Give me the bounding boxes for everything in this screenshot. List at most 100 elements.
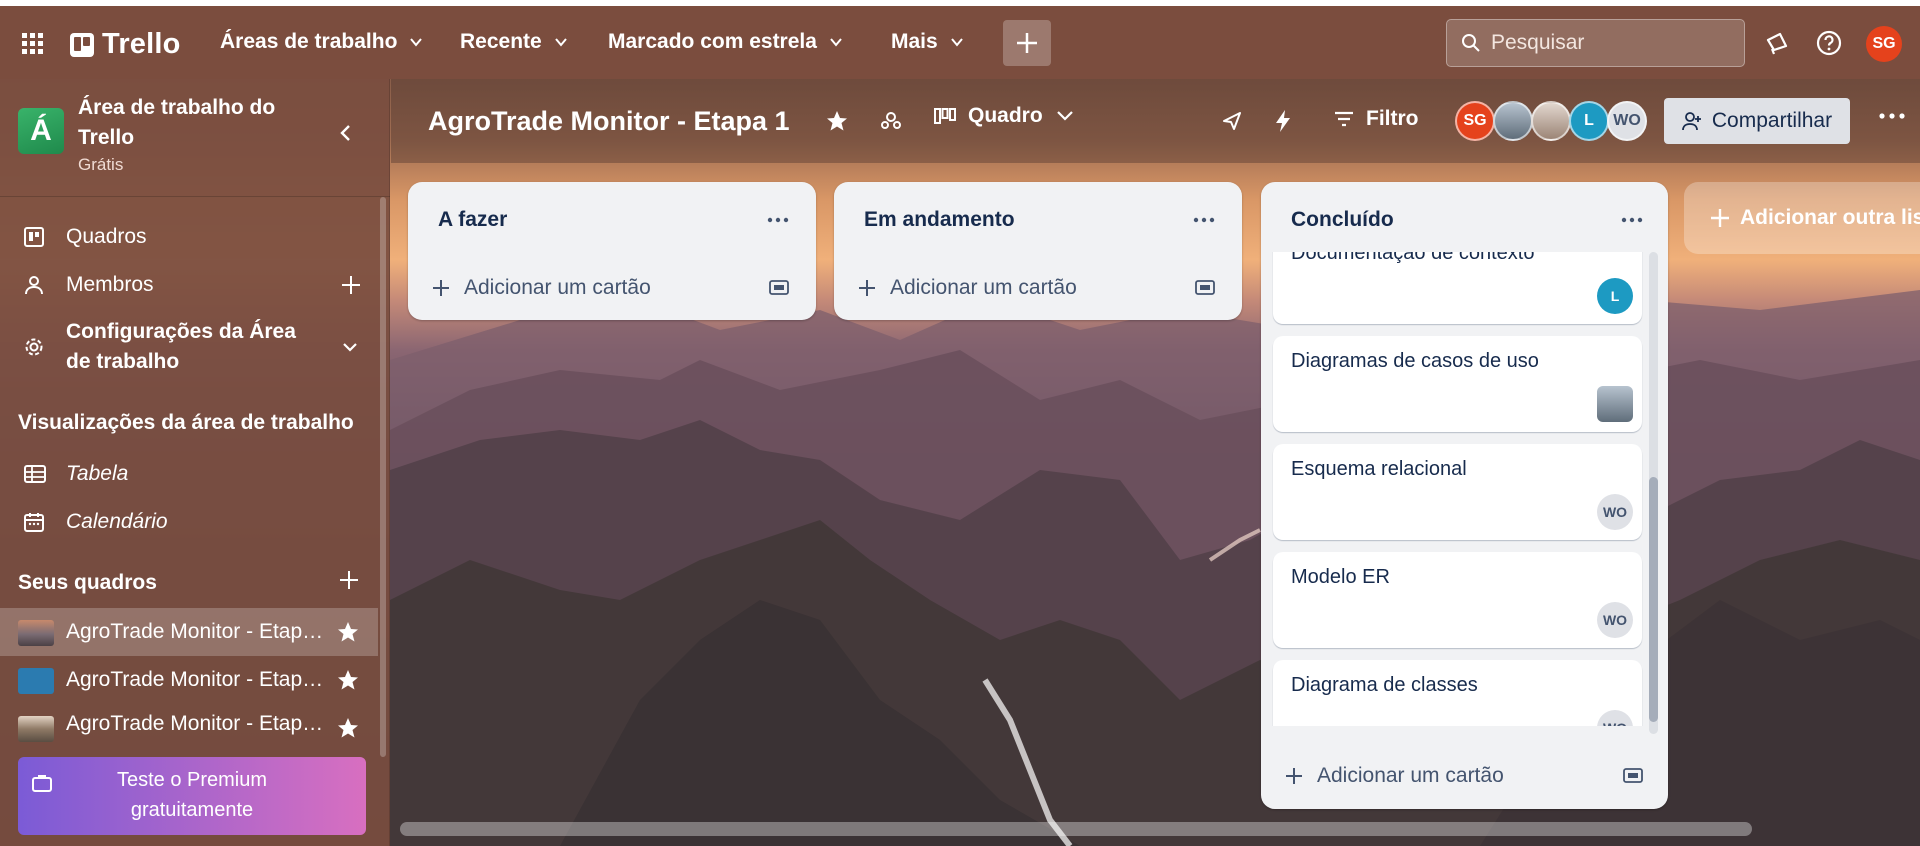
card-title: Esquema relacional [1291, 458, 1467, 480]
add-card-label: Adicionar um cartão [464, 276, 651, 299]
rocket-icon[interactable] [1220, 109, 1244, 138]
view-label: Quadro [968, 104, 1043, 127]
chevron-down-icon[interactable] [340, 337, 360, 363]
plus-icon [433, 280, 449, 296]
list-in-progress: Em andamento Adicionar um cartão [834, 182, 1242, 320]
add-card-button[interactable]: Adicionar um cartão [858, 276, 1077, 300]
chevron-down-icon [830, 38, 842, 47]
search-input[interactable]: Pesquisar [1446, 19, 1745, 67]
list-title[interactable]: Em andamento [864, 208, 1015, 232]
collapse-sidebar-icon[interactable] [336, 123, 356, 148]
list-scrollbar-thumb[interactable] [1649, 477, 1658, 722]
trello-logo-icon [70, 32, 94, 57]
add-board-icon[interactable] [338, 569, 360, 596]
list-title[interactable]: A fazer [438, 208, 507, 232]
board-members: SG L WO [1455, 101, 1647, 141]
card-template-icon[interactable] [769, 278, 789, 301]
member-avatar[interactable]: SG [1455, 101, 1495, 141]
star-icon[interactable] [336, 668, 360, 698]
plus-icon [1711, 209, 1729, 227]
trello-logo[interactable]: Trello [70, 28, 181, 61]
board-horizontal-scrollbar[interactable] [400, 822, 1752, 836]
nav-more[interactable]: Mais [891, 30, 964, 54]
card[interactable]: Modelo ER WO [1273, 552, 1642, 648]
sidebar-scrollbar[interactable] [380, 197, 386, 757]
workspace-name[interactable]: Área de trabalho do Trello [78, 93, 308, 153]
sidebar-board-item[interactable]: AgroTrade Monitor - Etapa 2 [0, 656, 378, 704]
sidebar-item-settings[interactable]: Configurações da Área de trabalho [0, 315, 378, 379]
help-icon[interactable] [1816, 30, 1842, 61]
plus-icon [1286, 768, 1302, 784]
add-list-button[interactable]: Adicionar outra lista [1684, 182, 1920, 254]
card-template-icon[interactable] [1623, 766, 1643, 789]
more-menu-icon[interactable] [1879, 107, 1905, 125]
card-member-avatar[interactable]: WO [1597, 710, 1633, 726]
nav-recent[interactable]: Recente [460, 30, 568, 54]
card[interactable]: Diagramas de casos de uso [1273, 336, 1642, 432]
card-template-icon[interactable] [1195, 278, 1215, 301]
chevron-down-icon [554, 38, 567, 47]
star-icon[interactable] [825, 109, 849, 138]
list-menu-icon[interactable] [1193, 210, 1215, 228]
sidebar-divider [0, 196, 390, 197]
calendar-icon [24, 512, 44, 538]
top-navbar: Trello Áreas de trabalho Recente Marcado… [0, 6, 1920, 79]
apps-grid-icon[interactable] [22, 33, 44, 60]
sidebar-item-calendar[interactable]: Calendário [0, 502, 378, 542]
card[interactable]: Diagrama de classes WO [1273, 660, 1642, 726]
board-header: AgroTrade Monitor - Etapa 1 Quadro Filtr… [391, 79, 1920, 163]
workspace-visibility-icon[interactable] [879, 109, 903, 138]
nav-workspaces[interactable]: Áreas de trabalho [220, 30, 423, 54]
board-item-label: AgroTrade Monitor - Etapa 1 [66, 620, 324, 643]
star-icon[interactable] [336, 620, 360, 650]
member-avatar[interactable]: WO [1607, 101, 1647, 141]
sidebar-item-table[interactable]: Tabela [0, 454, 378, 494]
share-label: Compartilhar [1711, 109, 1833, 132]
sidebar-item-members[interactable]: Membros [0, 265, 378, 305]
user-avatar[interactable]: SG [1866, 26, 1902, 62]
member-avatar-photo[interactable] [1493, 101, 1533, 141]
premium-trial-button[interactable]: Teste o Premium gratuitamente [18, 757, 366, 835]
list-menu-icon[interactable] [767, 210, 789, 228]
filter-icon [1335, 111, 1353, 127]
card-member-avatar[interactable]: L [1597, 278, 1633, 314]
nav-starred[interactable]: Marcado com estrela [608, 30, 843, 54]
add-card-button[interactable]: Adicionar um cartão [1285, 764, 1504, 788]
card-member-avatar[interactable]: WO [1597, 602, 1633, 638]
card-member-avatar-photo[interactable] [1597, 386, 1633, 422]
card[interactable]: Documentação de contexto L [1273, 252, 1642, 324]
workspace-badge: Á [18, 108, 64, 154]
megaphone-icon[interactable] [1764, 30, 1790, 61]
create-button[interactable] [1003, 20, 1051, 66]
add-member-icon[interactable] [340, 274, 362, 302]
card-member-avatar[interactable]: WO [1597, 494, 1633, 530]
board-thumbnail [18, 620, 54, 646]
table-icon [24, 464, 46, 490]
card-title: Diagramas de casos de uso [1291, 350, 1539, 372]
sidebar-board-item[interactable]: AgroTrade Monitor - Etapa 1 [0, 608, 378, 656]
briefcase-icon [32, 771, 52, 801]
list-menu-icon[interactable] [1621, 210, 1643, 228]
add-card-button[interactable]: Adicionar um cartão [432, 276, 651, 300]
nav-recent-label: Recente [460, 30, 542, 53]
star-icon[interactable] [336, 716, 360, 744]
card-title: Modelo ER [1291, 566, 1390, 588]
sidebar-item-label: Configurações da Área de trabalho [66, 320, 296, 373]
member-avatar[interactable]: L [1569, 101, 1609, 141]
boards-heading: Seus quadros [18, 571, 157, 594]
filter-label: Filtro [1366, 107, 1419, 130]
card-title: Documentação de contexto [1291, 252, 1535, 264]
member-avatar-photo[interactable] [1531, 101, 1571, 141]
sidebar-item-boards[interactable]: Quadros [0, 217, 378, 257]
card[interactable]: Esquema relacional WO [1273, 444, 1642, 540]
filter-button[interactable]: Filtro [1334, 107, 1419, 131]
share-button[interactable]: Compartilhar [1664, 98, 1850, 144]
board-view-icon [934, 108, 956, 124]
list-title[interactable]: Concluído [1291, 208, 1394, 232]
automation-bolt-icon[interactable] [1273, 109, 1293, 138]
board-title[interactable]: AgroTrade Monitor - Etapa 1 [428, 106, 790, 137]
premium-label: Teste o Premium gratuitamente [116, 769, 268, 821]
view-switcher[interactable]: Quadro [934, 104, 1075, 128]
sidebar-board-item[interactable]: AgroTrade Monitor - Etapa 3 [0, 704, 378, 744]
sidebar-item-label: Membros [66, 273, 154, 296]
